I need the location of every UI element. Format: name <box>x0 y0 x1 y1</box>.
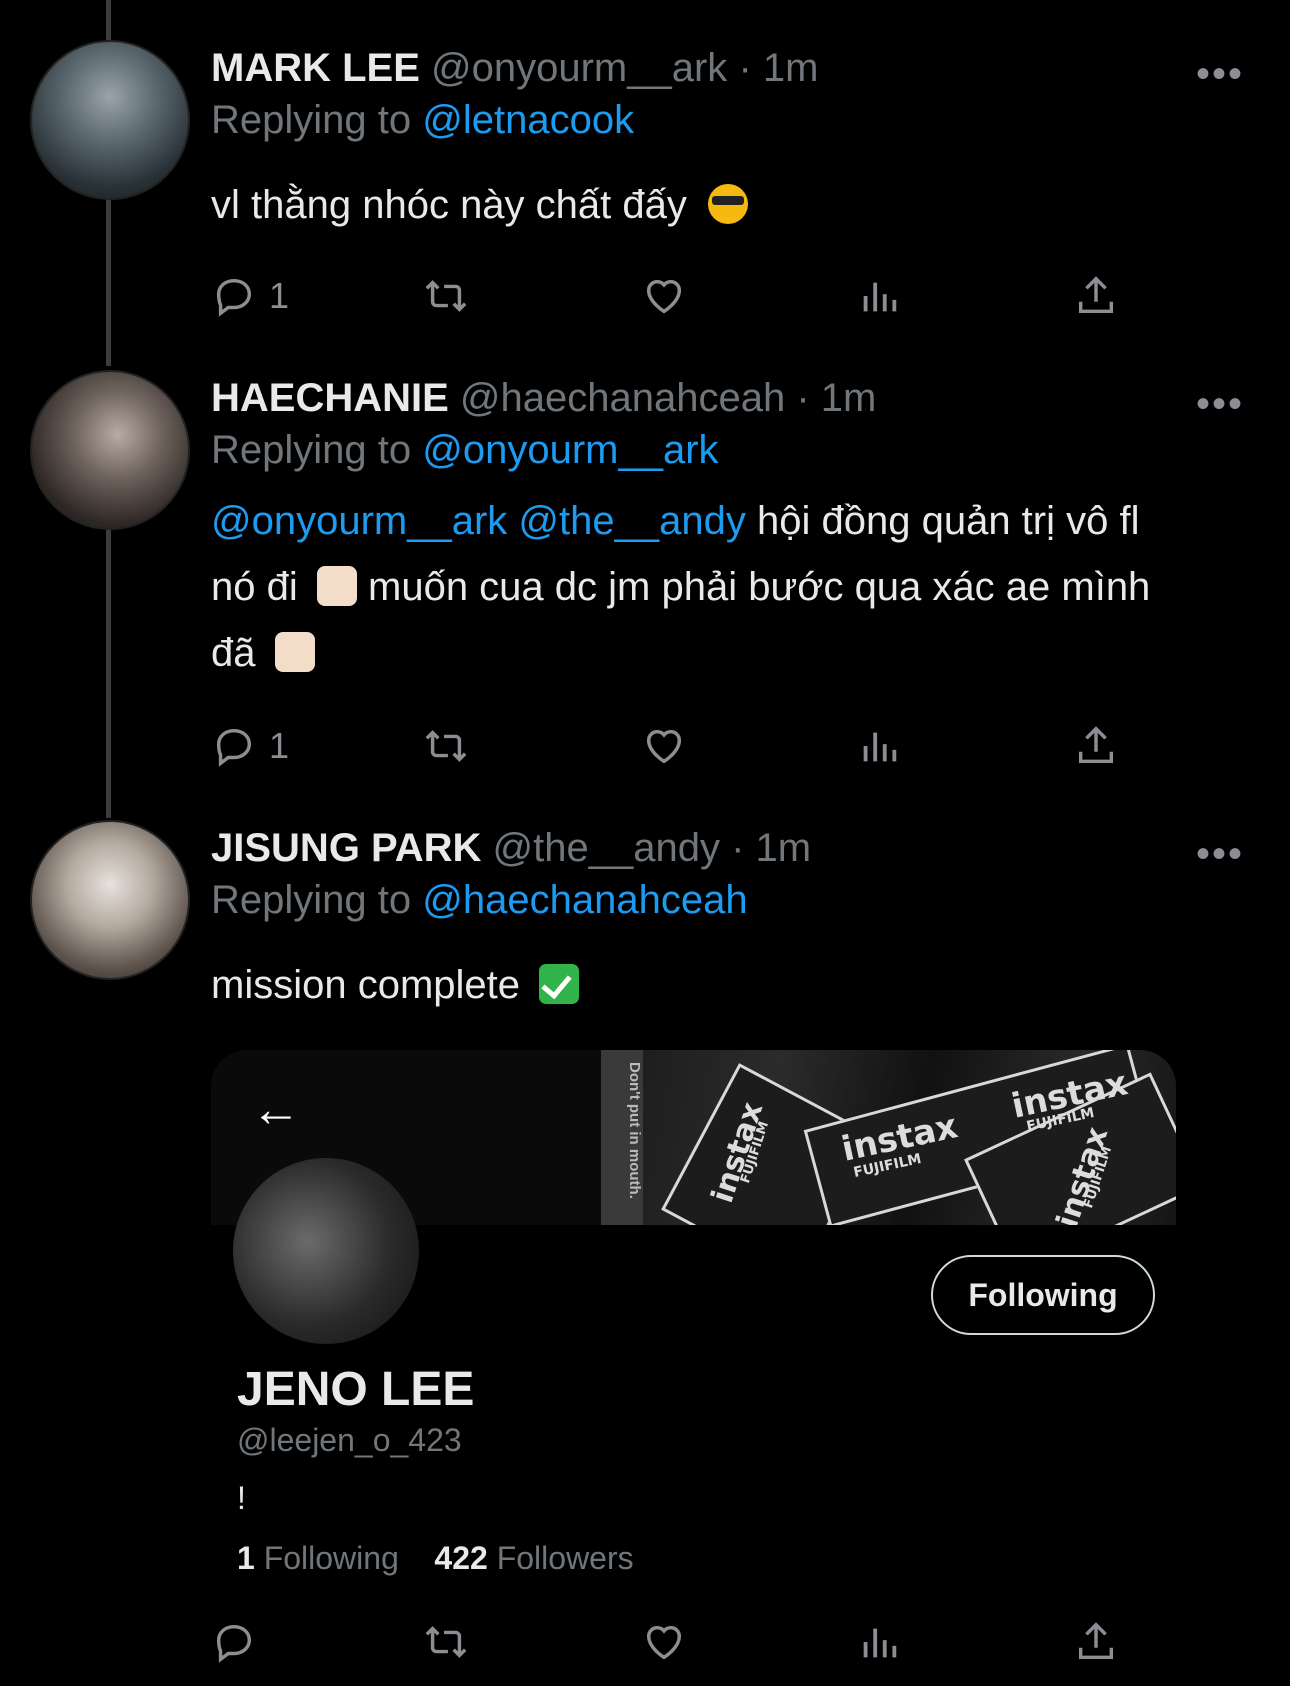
retweet-icon <box>425 1626 467 1658</box>
timestamp[interactable]: · 1m <box>731 826 811 870</box>
more-icon[interactable]: ••• <box>1196 52 1244 97</box>
avatar-haechanie[interactable] <box>30 370 190 530</box>
mention-link[interactable]: @the__andy <box>518 499 745 543</box>
more-icon[interactable]: ••• <box>1196 382 1244 427</box>
share-button[interactable] <box>1073 266 1119 326</box>
like-button[interactable] <box>641 266 687 326</box>
author-name[interactable]: MARK LEE <box>211 46 420 90</box>
tweet-text-content: muốn cua dc jm phải bước qua xác ae mình <box>368 565 1151 609</box>
profile-card[interactable]: Don't put in mouth. instax FUJIFILM inst… <box>211 1050 1176 1590</box>
replying-to: Replying to @onyourm__ark <box>211 428 719 473</box>
retweet-button[interactable] <box>423 266 469 326</box>
followers-label: Followers <box>496 1540 634 1576</box>
tweet-text: mission complete <box>211 952 580 1018</box>
tweet-header: JISUNG PARK @the__andy · 1m <box>211 826 811 871</box>
profile-avatar[interactable] <box>233 1158 419 1344</box>
thumbs-up-emoji-icon <box>316 566 357 606</box>
profile-stats: 1 Following 422 Followers <box>237 1540 634 1577</box>
tweet-actions <box>211 1612 1141 1672</box>
replying-to: Replying to @letnacook <box>211 98 634 143</box>
tweet-header: MARK LEE @onyourm__ark · 1m <box>211 46 818 91</box>
followers-stat[interactable]: 422 Followers <box>434 1540 633 1576</box>
retweet-icon <box>425 280 467 312</box>
avatar-mark-lee[interactable] <box>30 40 190 200</box>
replying-to: Replying to @haechanahceah <box>211 878 748 923</box>
following-label: Following <box>263 1540 399 1576</box>
like-button[interactable] <box>641 1612 687 1672</box>
reply-count: 1 <box>269 275 290 316</box>
replying-prefix: Replying to <box>211 428 412 472</box>
share-icon <box>1078 726 1114 764</box>
views-button[interactable] <box>856 716 902 776</box>
views-icon <box>863 1628 897 1658</box>
share-icon <box>1078 1622 1114 1660</box>
retweet-icon <box>425 730 467 762</box>
like-icon <box>646 729 682 764</box>
tweet-line-2: nó đi muốn cua dc jm phải bước qua xác a… <box>211 554 1251 620</box>
profile-bio: ! <box>237 1480 246 1516</box>
tweet-text: vl thằng nhóc này chất đấy <box>211 172 749 238</box>
tweet-text-content: vl thằng nhóc này chất đấy <box>211 183 687 227</box>
author-handle[interactable]: @the__andy <box>493 826 720 870</box>
timestamp[interactable]: · 1m <box>738 46 818 90</box>
retweet-button[interactable] <box>423 716 469 776</box>
share-icon <box>1078 276 1114 314</box>
tweet-text: @onyourm__ark @the__andy hội đồng quản t… <box>211 488 1251 686</box>
check-mark-emoji-icon <box>539 964 580 1004</box>
views-icon <box>863 732 897 762</box>
banner-photo: Don't put in mouth. instax FUJIFILM inst… <box>601 1050 1176 1225</box>
share-button[interactable] <box>1073 1612 1119 1672</box>
reply-button[interactable] <box>211 1612 257 1672</box>
replying-prefix: Replying to <box>211 98 412 142</box>
tweet-text-content: đã <box>211 631 256 675</box>
author-handle[interactable]: @onyourm__ark <box>431 46 727 90</box>
avatar-jisung-park[interactable] <box>30 820 190 980</box>
mention-link[interactable]: @onyourm__ark <box>211 499 507 543</box>
retweet-button[interactable] <box>423 1612 469 1672</box>
views-button[interactable] <box>856 1612 902 1672</box>
profile-handle: @leejen_o_423 <box>237 1422 462 1458</box>
following-count: 1 <box>237 1540 255 1576</box>
share-button[interactable] <box>1073 716 1119 776</box>
tweet-actions: 1 <box>211 266 1141 326</box>
banner-strip-text: Don't put in mouth. <box>601 1050 643 1225</box>
tweet-text-content: hội đồng quản trị vô fl <box>745 499 1140 543</box>
back-arrow-icon[interactable]: ← <box>251 1080 301 1138</box>
timestamp[interactable]: · 1m <box>796 376 876 420</box>
replying-to-link[interactable]: @onyourm__ark <box>422 428 718 472</box>
replying-to-link[interactable]: @haechanahceah <box>422 878 747 922</box>
tweet-line-3: đã <box>211 620 1251 686</box>
tweet-header: HAECHANIE @haechanahceah · 1m <box>211 376 876 421</box>
replying-prefix: Replying to <box>211 878 412 922</box>
thumbs-up-emoji-icon <box>274 632 315 672</box>
tweet-line-1: @onyourm__ark @the__andy hội đồng quản t… <box>211 488 1251 554</box>
like-button[interactable] <box>641 716 687 776</box>
thread-line-1 <box>106 198 111 366</box>
author-name[interactable]: HAECHANIE <box>211 376 449 420</box>
views-icon <box>863 282 897 312</box>
reply-count: 1 <box>269 725 290 766</box>
tweet-text-content: nó đi <box>211 565 298 609</box>
reply-icon <box>216 278 252 317</box>
profile-name: JENO LEE <box>237 1363 475 1416</box>
reply-button[interactable]: 1 <box>211 266 289 326</box>
sunglasses-emoji-icon <box>708 184 749 224</box>
replying-to-link[interactable]: @letnacook <box>422 98 634 142</box>
more-icon[interactable]: ••• <box>1196 832 1244 877</box>
followers-count: 422 <box>434 1540 488 1576</box>
reply-icon <box>216 1624 252 1663</box>
tweet-text-content: mission complete <box>211 963 521 1007</box>
views-button[interactable] <box>856 266 902 326</box>
reply-button[interactable]: 1 <box>211 716 289 776</box>
reply-icon <box>216 728 252 767</box>
like-icon <box>646 279 682 314</box>
like-icon <box>646 1625 682 1660</box>
tweet-actions: 1 <box>211 716 1141 776</box>
thread-line-2 <box>106 528 111 818</box>
thread-line-top <box>106 0 111 40</box>
author-name[interactable]: JISUNG PARK <box>211 826 481 870</box>
following-stat[interactable]: 1 Following <box>237 1540 399 1576</box>
following-button[interactable]: Following <box>931 1255 1155 1335</box>
author-handle[interactable]: @haechanahceah <box>460 376 785 420</box>
